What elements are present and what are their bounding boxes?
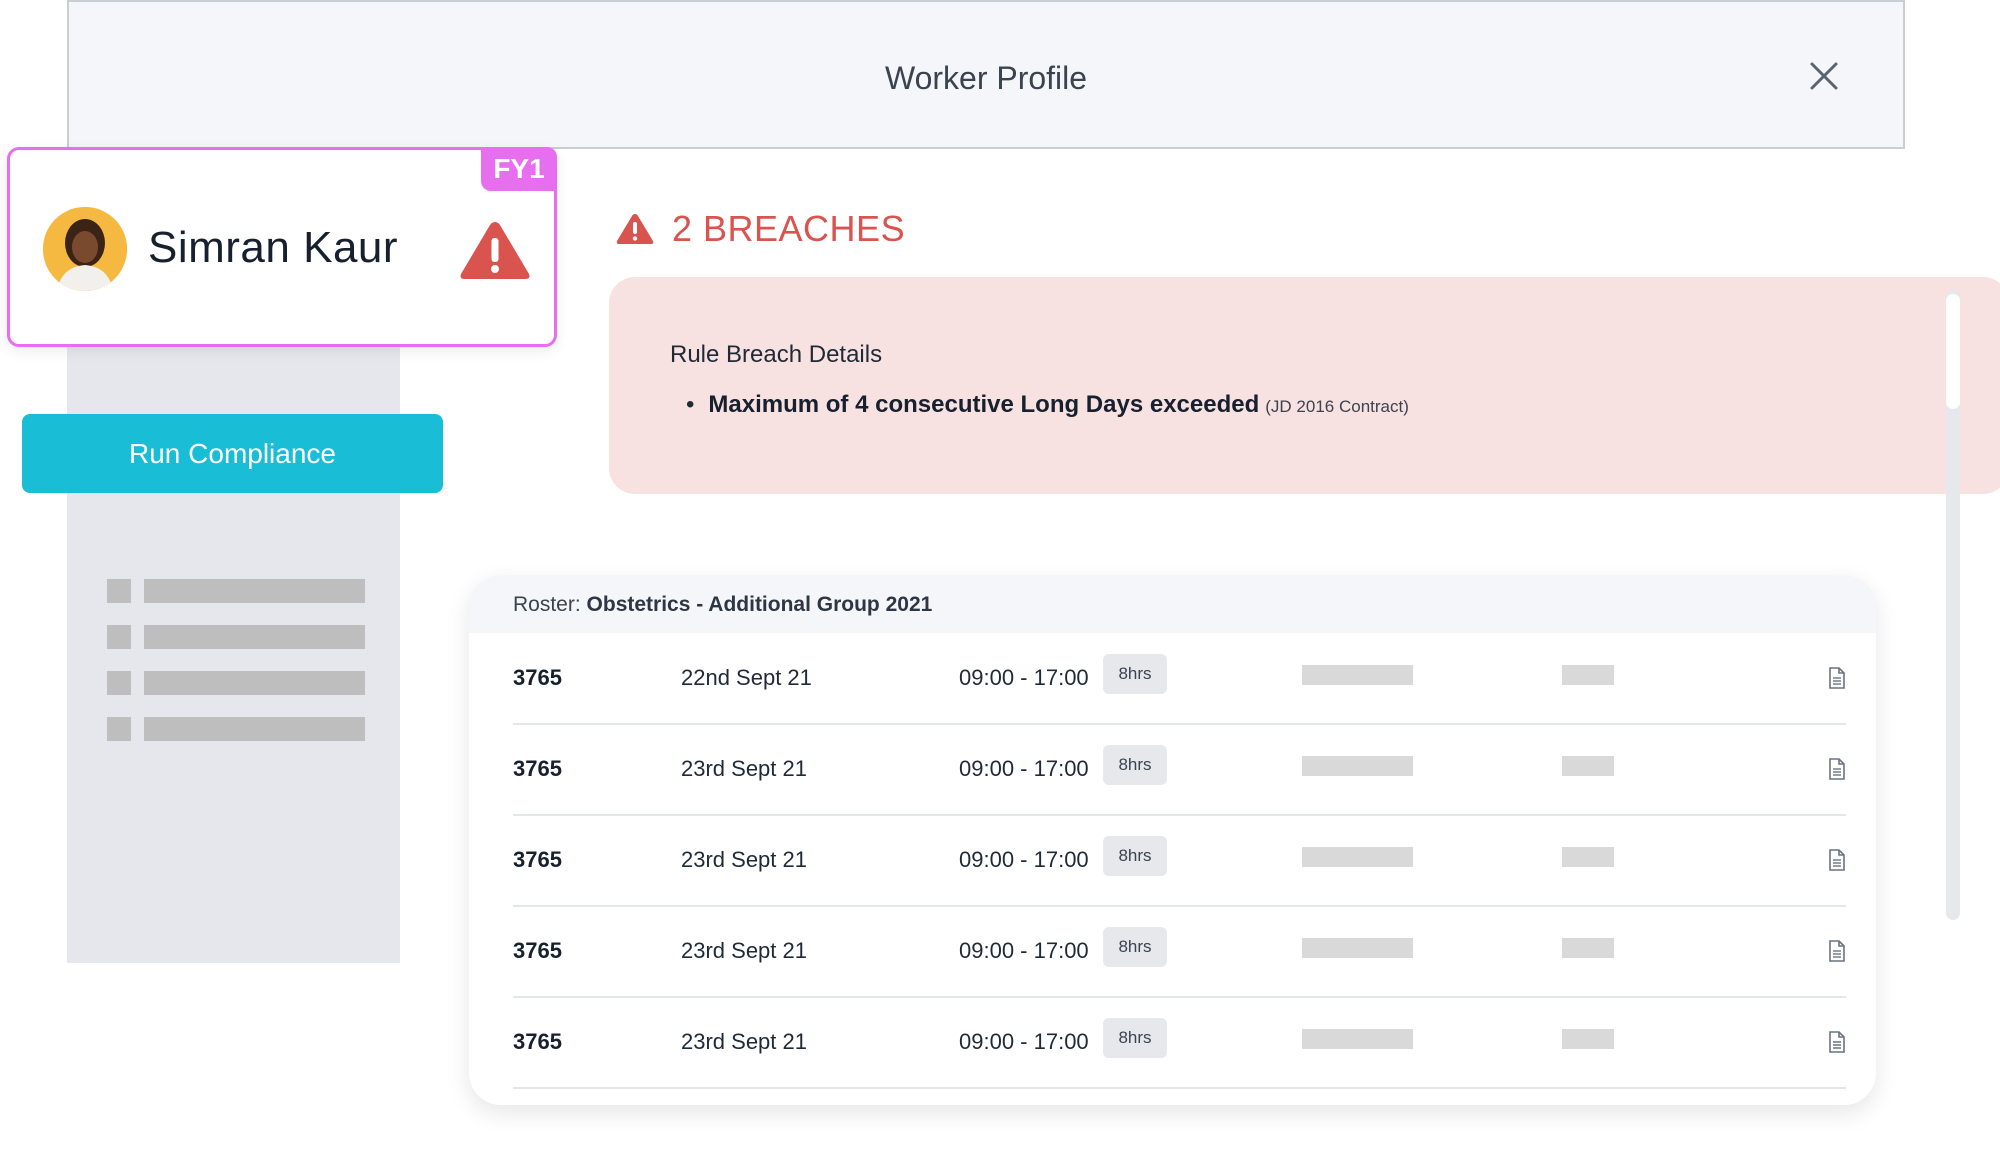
roster-name: Obstetrics - Additional Group 2021 [586, 593, 933, 616]
placeholder-bar [1562, 665, 1614, 685]
avatar [43, 207, 127, 291]
table-row[interactable]: 3765 22nd Sept 21 09:00 - 17:00 8hrs [513, 633, 1846, 725]
hours-badge: 8hrs [1103, 1018, 1167, 1058]
page-title: Worker Profile [884, 60, 1088, 96]
grade-badge: FY1 [481, 147, 557, 191]
shift-time: 09:00 - 17:00 [959, 847, 1089, 872]
worker-name: Simran Kaur [148, 223, 399, 272]
shift-time: 09:00 - 17:00 [959, 756, 1089, 781]
shift-date: 23rd Sept 21 [681, 847, 807, 872]
shift-id: 3765 [513, 756, 562, 781]
breach-details-title: Rule Breach Details [670, 341, 883, 368]
scrollbar[interactable] [1946, 290, 1960, 920]
roster-label: Roster: Obstetrics - Additional Group 20… [513, 593, 932, 617]
breach-warning-icon [616, 214, 654, 244]
hours-badge: 8hrs [1103, 745, 1167, 785]
table-row[interactable]: 3765 23rd Sept 21 09:00 - 17:00 8hrs [513, 906, 1846, 998]
document-icon[interactable] [1828, 667, 1846, 689]
table-row[interactable]: 3765 23rd Sept 21 09:00 - 17:00 8hrs [513, 997, 1846, 1089]
hours-badge: 8hrs [1103, 836, 1167, 876]
shift-id: 3765 [513, 1029, 562, 1054]
close-icon[interactable] [1800, 52, 1848, 100]
placeholder-bar [1302, 847, 1413, 867]
run-compliance-button[interactable]: Run Compliance [22, 414, 443, 493]
shift-id: 3765 [513, 847, 562, 872]
shift-id: 3765 [513, 938, 562, 963]
shift-id: 3765 [513, 665, 562, 690]
shift-date: 23rd Sept 21 [681, 756, 807, 781]
shift-date: 22nd Sept 21 [681, 665, 812, 690]
shift-date: 23rd Sept 21 [681, 1029, 807, 1054]
placeholder-bar [1562, 756, 1614, 776]
document-icon[interactable] [1828, 1031, 1846, 1053]
roster-card: Roster: Obstetrics - Additional Group 20… [469, 575, 1876, 1105]
breach-details-panel: Rule Breach Details • Maximum of 4 consec… [609, 277, 2000, 494]
scrollbar-thumb[interactable] [1946, 294, 1960, 409]
document-icon[interactable] [1828, 849, 1846, 871]
breach-contract: (JD 2016 Contract) [1265, 397, 1409, 416]
document-icon[interactable] [1828, 758, 1846, 780]
shift-time: 09:00 - 17:00 [959, 1029, 1089, 1054]
breach-rule: Maximum of 4 consecutive Long Days excee… [708, 391, 1260, 418]
placeholder-bar [1302, 756, 1413, 776]
hours-badge: 8hrs [1103, 654, 1167, 694]
modal-header: Worker Profile [67, 0, 1905, 149]
roster-label-prefix: Roster: [513, 593, 581, 616]
placeholder-bar [1562, 1029, 1614, 1049]
warning-icon [458, 218, 532, 282]
table-row[interactable]: 3765 23rd Sept 21 09:00 - 17:00 8hrs [513, 724, 1846, 816]
shift-time: 09:00 - 17:00 [959, 938, 1089, 963]
bullet: • [686, 391, 695, 418]
placeholder-bar [1302, 938, 1413, 958]
roster-header: Roster: Obstetrics - Additional Group 20… [469, 575, 1876, 633]
breach-item: • Maximum of 4 consecutive Long Days exce… [686, 391, 1409, 419]
hours-badge: 8hrs [1103, 927, 1167, 967]
placeholder-bar [1562, 938, 1614, 958]
worker-card[interactable]: Simran Kaur FY1 [7, 147, 557, 347]
placeholder-bar [1302, 1029, 1413, 1049]
shift-date: 23rd Sept 21 [681, 938, 807, 963]
table-row[interactable]: 3765 23rd Sept 21 09:00 - 17:00 8hrs [513, 815, 1846, 907]
placeholder-bar [1302, 665, 1413, 685]
placeholder-bar [1562, 847, 1614, 867]
shift-time: 09:00 - 17:00 [959, 665, 1089, 690]
breach-count: 2 BREACHES [672, 208, 906, 249]
document-icon[interactable] [1828, 940, 1846, 962]
